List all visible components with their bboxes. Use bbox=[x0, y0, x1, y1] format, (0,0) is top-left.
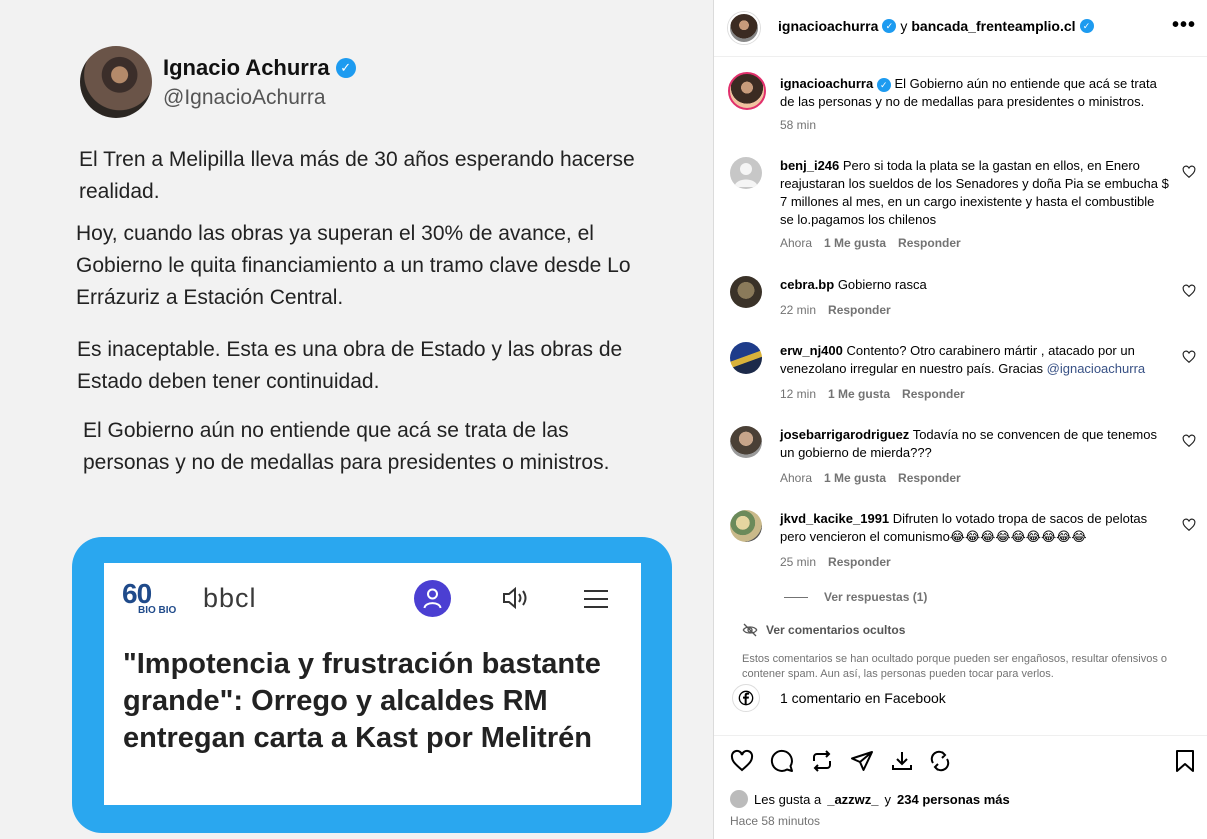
post-header: ignacioachurra ✓ y bancada_frenteamplio.… bbox=[714, 0, 1207, 57]
like-comment-icon[interactable] bbox=[1182, 350, 1196, 364]
comment-likes[interactable]: 1 Me gusta bbox=[824, 236, 886, 250]
facebook-icon bbox=[732, 684, 760, 712]
tweet-avatar bbox=[80, 46, 152, 118]
comment-meta: Ahora 1 Me gusta Responder bbox=[780, 236, 961, 250]
comment-avatar[interactable] bbox=[730, 157, 762, 189]
comment-time: 22 min bbox=[780, 303, 817, 317]
view-replies-label: Ver respuestas (1) bbox=[824, 590, 928, 604]
hidden-comments-note: Estos comentarios se han ocultado porque… bbox=[742, 653, 1167, 680]
comment-user[interactable]: benj_i246 bbox=[780, 158, 839, 173]
post-timestamp: Hace 58 minutos bbox=[730, 814, 821, 828]
likes-count-link[interactable]: 234 personas más bbox=[897, 792, 1010, 807]
save-bookmark-icon[interactable] bbox=[1174, 749, 1196, 778]
download-icon[interactable] bbox=[890, 749, 914, 778]
caption-text: ignacioachurra ✓ El Gobierno aún no enti… bbox=[780, 75, 1170, 111]
caption-user[interactable]: ignacioachurra bbox=[780, 76, 873, 91]
reply-button[interactable]: Responder bbox=[902, 387, 965, 401]
like-comment-icon[interactable] bbox=[1182, 165, 1196, 179]
bbcl-logo: bbcl bbox=[203, 583, 257, 613]
facebook-comments-label: 1 comentario en Facebook bbox=[780, 690, 946, 706]
post-image: Ignacio Achurra ✓ @IgnacioAchurra El Tre… bbox=[0, 0, 713, 839]
tweet-paragraph-1: El Tren a Melipilla lleva más de 30 años… bbox=[79, 148, 635, 203]
like-comment-icon[interactable] bbox=[1182, 284, 1196, 298]
liker-avatar[interactable] bbox=[730, 790, 748, 808]
view-replies-button[interactable]: Ver respuestas (1) bbox=[784, 590, 927, 604]
comment-time: 12 min bbox=[780, 387, 817, 401]
biobio-logo-text: BIO BIO bbox=[138, 605, 177, 616]
facebook-comments[interactable]: 1 comentario en Facebook bbox=[732, 684, 946, 712]
comment-icon[interactable] bbox=[770, 749, 794, 778]
likes-connector: y bbox=[884, 791, 892, 807]
verified-badge-icon: ✓ bbox=[876, 78, 891, 92]
like-icon[interactable] bbox=[730, 749, 754, 778]
share-icon[interactable] bbox=[850, 749, 874, 778]
post-authors: ignacioachurra ✓ y bancada_frenteamplio.… bbox=[778, 18, 1094, 34]
more-options-icon[interactable]: ••• bbox=[1172, 14, 1196, 37]
like-comment-icon[interactable] bbox=[1182, 518, 1196, 532]
mention-link[interactable]: @ignacioachurra bbox=[1047, 361, 1145, 376]
authors-connector: y bbox=[900, 18, 908, 34]
view-hidden-comments-button[interactable]: Ver comentarios ocultos bbox=[742, 622, 905, 638]
divider bbox=[714, 735, 1207, 736]
replies-line bbox=[784, 596, 808, 598]
verified-badge-icon: ✓ bbox=[1079, 19, 1094, 33]
comment-time: 25 min bbox=[780, 555, 817, 569]
tweet-handle: @IgnacioAchurra bbox=[163, 86, 326, 109]
comment-avatar[interactable] bbox=[730, 342, 762, 374]
comment-avatar[interactable] bbox=[730, 276, 762, 308]
reply-button[interactable]: Responder bbox=[898, 471, 961, 485]
news-headline: "Impotencia y frustración bastante grand… bbox=[123, 648, 601, 754]
caption-meta: 58 min bbox=[780, 118, 816, 132]
comment-user[interactable]: cebra.bp bbox=[780, 277, 834, 292]
tweet-name-text: Ignacio Achurra bbox=[163, 55, 330, 80]
comment-text: erw_nj400 Contento? Otro carabinero márt… bbox=[780, 342, 1170, 378]
comment-meta: 22 min Responder bbox=[780, 303, 891, 317]
comment-text: jkvd_kacike_1991 Difruten lo votado trop… bbox=[780, 510, 1170, 546]
comment-user[interactable]: erw_nj400 bbox=[780, 343, 843, 358]
reply-button[interactable]: Responder bbox=[828, 555, 891, 569]
author-link[interactable]: ignacioachurra bbox=[778, 18, 878, 34]
reply-button[interactable]: Responder bbox=[898, 236, 961, 250]
remix-icon[interactable] bbox=[928, 749, 952, 778]
verified-badge-icon: ✓ bbox=[335, 58, 356, 78]
speaker-icon bbox=[502, 586, 532, 615]
repost-icon[interactable] bbox=[810, 749, 834, 778]
comment-text: benj_i246 Pero si toda la plata se la ga… bbox=[780, 157, 1170, 229]
comment-body: Pero si toda la plata se la gastan en el… bbox=[780, 158, 1169, 227]
tweet-paragraph-2: Hoy, cuando las obras ya superan el 30% … bbox=[76, 222, 631, 309]
comment-meta: Ahora 1 Me gusta Responder bbox=[780, 471, 961, 485]
comment-text: josebarrigarodriguez Todavía no se conve… bbox=[780, 426, 1170, 462]
comment-likes[interactable]: 1 Me gusta bbox=[828, 387, 890, 401]
tweet-paragraph-4: El Gobierno aún no entiende que acá se t… bbox=[83, 419, 610, 474]
tweet-author-name: Ignacio Achurra ✓ bbox=[163, 55, 356, 81]
comment-avatar[interactable] bbox=[730, 426, 762, 458]
comment-body: Gobierno rasca bbox=[837, 277, 927, 292]
comment-avatar[interactable] bbox=[730, 510, 762, 542]
comment-user[interactable]: josebarrigarodriguez bbox=[780, 427, 909, 442]
likes-prefix: Les gusta a bbox=[754, 791, 822, 807]
comment-likes[interactable]: 1 Me gusta bbox=[824, 471, 886, 485]
action-bar bbox=[730, 749, 1196, 775]
comment-text: cebra.bp Gobierno rasca bbox=[780, 276, 1170, 294]
comments-panel: ignacioachurra ✓ y bancada_frenteamplio.… bbox=[713, 0, 1207, 839]
comment-time: Ahora bbox=[780, 471, 813, 485]
comment-meta: 12 min 1 Me gusta Responder bbox=[780, 387, 965, 401]
comment-time: Ahora bbox=[780, 236, 813, 250]
caption-avatar[interactable] bbox=[728, 72, 766, 110]
user-icon bbox=[414, 580, 451, 617]
hidden-comments-label: Ver comentarios ocultos bbox=[766, 623, 906, 637]
comment-user[interactable]: jkvd_kacike_1991 bbox=[780, 511, 889, 526]
liker-link[interactable]: _azzwz_ bbox=[827, 792, 878, 807]
tweet-paragraph-3: Es inaceptable. Esta es una obra de Esta… bbox=[77, 338, 623, 393]
coauthor-link[interactable]: bancada_frenteamplio.cl bbox=[911, 18, 1075, 34]
menu-icon bbox=[584, 589, 608, 614]
like-comment-icon[interactable] bbox=[1182, 434, 1196, 448]
likes-summary: Les gusta a _azzwz_ y 234 personas más bbox=[730, 790, 1010, 808]
comment-meta: 25 min Responder bbox=[780, 555, 891, 569]
eye-off-icon bbox=[742, 623, 758, 637]
reply-button[interactable]: Responder bbox=[828, 303, 891, 317]
author-avatar[interactable] bbox=[728, 12, 760, 44]
verified-badge-icon: ✓ bbox=[882, 19, 897, 33]
caption-time: 58 min bbox=[780, 118, 817, 132]
